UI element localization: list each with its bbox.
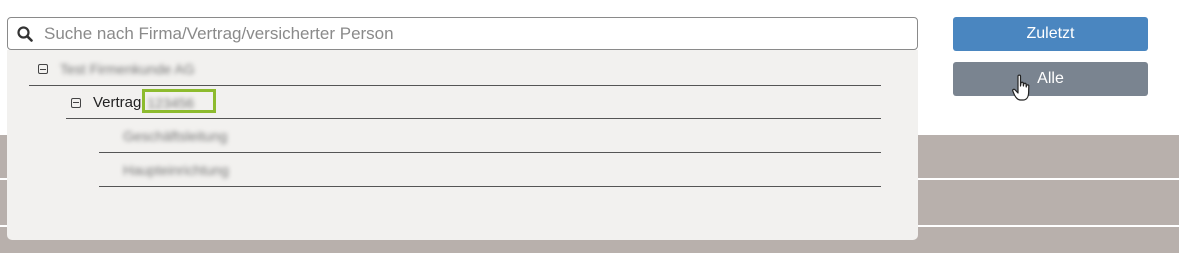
search-box[interactable] bbox=[7, 17, 918, 50]
child-label: Geschäftsleitung bbox=[123, 128, 228, 144]
tree-item-child[interactable]: Haupteinrichtung bbox=[123, 162, 229, 178]
contract-label: Vertrag bbox=[93, 94, 142, 111]
tree-item-company[interactable]: Test Firmenkunde AG bbox=[38, 61, 195, 77]
search-input[interactable] bbox=[44, 23, 917, 44]
tree-item-child[interactable]: Geschäftsleitung bbox=[123, 128, 227, 144]
divider bbox=[66, 118, 881, 119]
search-results-dropdown: Test Firmenkunde AG Vertrag 123456 Gesch… bbox=[7, 50, 918, 240]
divider bbox=[99, 186, 881, 187]
collapse-icon[interactable] bbox=[38, 64, 48, 74]
divider bbox=[29, 85, 881, 86]
child-label: Haupteinrichtung bbox=[123, 162, 229, 178]
all-button[interactable]: Alle bbox=[953, 62, 1148, 96]
search-icon bbox=[8, 25, 42, 42]
divider bbox=[99, 152, 881, 153]
collapse-icon[interactable] bbox=[71, 97, 81, 108]
highlight-box bbox=[142, 89, 216, 113]
company-label: Test Firmenkunde AG bbox=[60, 61, 195, 77]
recent-button[interactable]: Zuletzt bbox=[953, 17, 1148, 51]
hand-cursor-icon bbox=[1012, 74, 1032, 107]
